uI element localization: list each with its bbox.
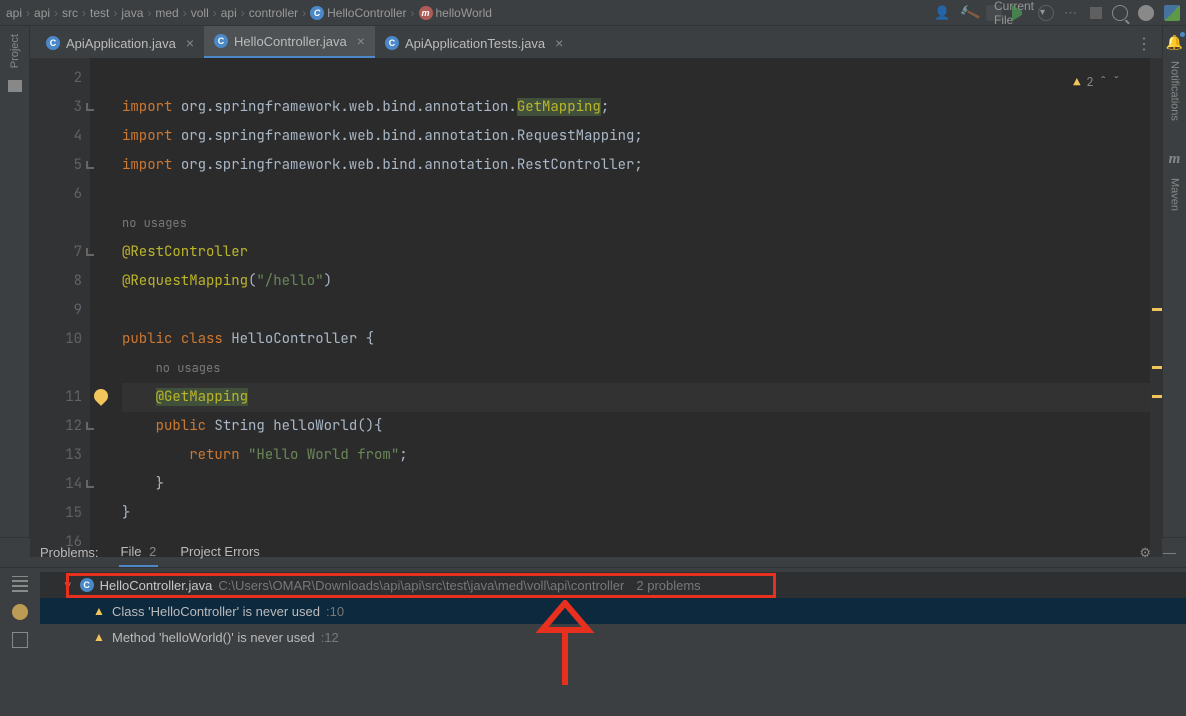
close-icon[interactable]: × [555,35,563,51]
problem-location: :12 [321,630,339,645]
panel-icon[interactable] [12,632,28,648]
crumb[interactable]: api [34,6,50,20]
layout-icon[interactable] [12,576,28,592]
problem-message: Class 'HelloController' is never used [112,604,320,619]
breadcrumb[interactable]: api› api› src› test› java› med› voll› ap… [6,6,934,20]
warning-icon: ▲ [92,604,106,618]
notifications-tool[interactable]: Notifications [1169,61,1181,121]
problem-message: Method 'helloWorld()' is never used [112,630,315,645]
warning-icon: ▲ [1073,68,1080,97]
crumb-class[interactable]: HelloController [310,6,406,20]
run-config-dropdown[interactable]: Current File [986,5,1002,21]
tab-api-application-tests[interactable]: ApiApplicationTests.java × [375,28,573,58]
maven-icon: m [1169,151,1181,168]
prev-highlight-icon[interactable]: ˆ [1100,68,1107,97]
method-icon [419,6,433,20]
tab-api-application[interactable]: ApiApplication.java × [36,28,204,58]
user-icon[interactable]: 👤▾ [934,5,950,21]
warning-count: 2 [1086,68,1093,97]
crumb[interactable]: controller [249,6,298,20]
more-run-icon[interactable]: ⋯ [1064,5,1080,21]
problems-panel: Problems: File 2 Project Errors ⚙ — ˅ He… [0,537,1186,716]
breadcrumb-bar: api› api› src› test› java› med› voll› ap… [0,0,1186,26]
run-icon[interactable] [1012,5,1028,21]
close-icon[interactable]: × [186,35,194,51]
tab-label: ApiApplication.java [66,36,176,51]
crumb[interactable]: voll [191,6,209,20]
class-icon [46,36,60,50]
hammer-icon[interactable]: 🔨 [958,2,979,23]
left-tool-rail: Project [0,26,30,537]
crumb-method[interactable]: helloWorld [419,6,492,20]
inlay-hint[interactable]: no usages [122,215,187,231]
tab-menu-icon[interactable]: ⋮ [1136,34,1152,54]
tab-label: ApiApplicationTests.java [405,36,545,51]
crumb[interactable]: api [6,6,22,20]
problem-item[interactable]: ▲ Class 'HelloController' is never used … [40,598,1186,624]
right-tool-rail: 🔔 Notifications m Maven [1162,26,1186,537]
minimize-icon[interactable]: — [1163,545,1176,561]
folder-icon[interactable] [8,80,22,92]
crumb[interactable]: test [90,6,109,20]
line-gutter: 2 3 4 5 6 7 8 9 10 11 12 13 14 15 16 [30,58,90,557]
code-editor[interactable]: 2 3 4 5 6 7 8 9 10 11 12 13 14 15 16 [30,58,1162,557]
tab-file[interactable]: File 2 [119,538,159,567]
class-icon [385,36,399,50]
problem-file-path: C:\Users\OMAR\Downloads\api\api\src\test… [218,578,624,593]
close-icon[interactable]: × [357,33,365,49]
problems-list: ˅ HelloController.java C:\Users\OMAR\Dow… [40,568,1186,716]
class-icon [80,578,94,592]
tab-project-errors[interactable]: Project Errors [178,538,261,567]
settings-icon[interactable]: ⚙ [1139,545,1151,561]
crumb[interactable]: api [221,6,237,20]
maven-tool[interactable]: Maven [1169,178,1181,211]
bulb-icon[interactable] [12,604,28,620]
class-icon [214,34,228,48]
problem-count: 2 problems [636,578,700,593]
ide-icon [1164,5,1180,21]
problems-header: Problems: File 2 Project Errors ⚙ — [0,538,1186,568]
next-highlight-icon[interactable]: ˇ [1113,68,1120,97]
inlay-hint[interactable]: no usages [156,360,221,376]
crumb[interactable]: src [62,6,78,20]
warning-icon: ▲ [92,630,106,644]
editor-tabs: ApiApplication.java × HelloController.ja… [30,26,1162,58]
class-icon [310,6,324,20]
tab-label: HelloController.java [234,34,347,49]
tab-hello-controller[interactable]: HelloController.java × [204,26,375,58]
problem-item[interactable]: ▲ Method 'helloWorld()' is never used :1… [40,624,1186,650]
settings-icon[interactable] [1138,5,1154,21]
crumb[interactable]: java [121,6,143,20]
problem-file-name: HelloController.java [100,578,213,593]
problem-location: :10 [326,604,344,619]
search-icon[interactable] [1112,5,1128,21]
inspection-badges[interactable]: ▲ 2 ˆ ˇ [1073,68,1120,97]
problem-file-row[interactable]: ˅ HelloController.java C:\Users\OMAR\Dow… [40,572,1186,598]
debug-icon[interactable] [1038,5,1054,21]
project-tool[interactable]: Project [9,34,21,68]
stop-icon[interactable] [1090,7,1102,19]
crumb[interactable]: med [155,6,178,20]
problems-toolbar [0,568,40,716]
notifications-icon[interactable]: 🔔 [1166,34,1183,51]
problems-title: Problems: [40,545,99,560]
code-text[interactable]: ▲ 2 ˆ ˇ import org.springframework.web.b… [90,58,1150,557]
error-stripe[interactable] [1150,58,1162,557]
